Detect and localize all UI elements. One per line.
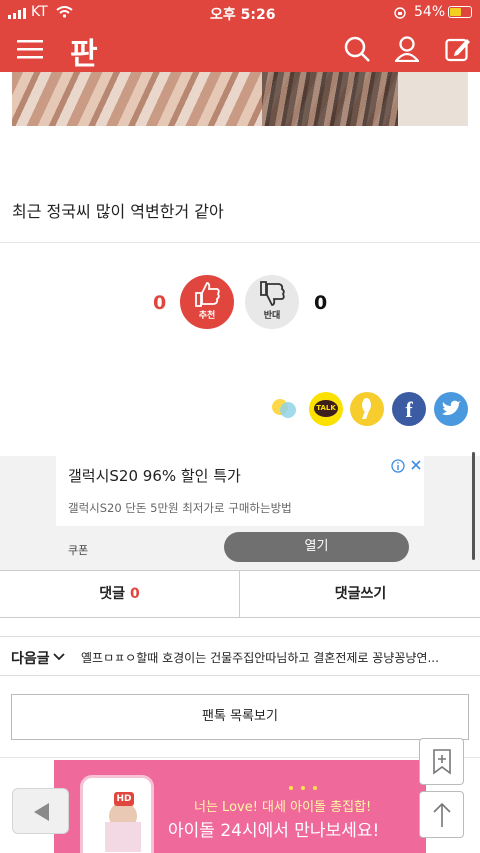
phone-graphic: [80, 775, 154, 853]
bottom-ad-line2: 아이돌 24시에서 만나보세요!: [168, 821, 380, 841]
bookmark-button[interactable]: [419, 738, 464, 785]
ad-info-icon[interactable]: [391, 459, 405, 473]
ad-close-icon[interactable]: [410, 459, 422, 471]
kakaostory-icon[interactable]: [268, 392, 302, 426]
downvote-count: 0: [314, 292, 328, 314]
post-body-text: 최근 정국씨 많이 역변한거 같아: [12, 202, 224, 221]
fantalk-list-button[interactable]: 팬톡 목록보기: [11, 694, 469, 740]
next-post-row[interactable]: 다음글 옐프ㅁㅍㅇ할때 호경이는 건물주집안따님하고 결혼전제로 꽁냥꽁냥연..…: [0, 636, 480, 676]
search-icon[interactable]: [344, 36, 370, 62]
arrow-up-icon: [433, 802, 451, 827]
upvote-count: 0: [153, 292, 167, 314]
divider: [0, 757, 480, 758]
next-post-label: 다음글: [11, 651, 50, 667]
battery-percent: 54%: [414, 4, 446, 20]
bottom-ad-banner[interactable]: HD 너는 Love! 대세 아이돌 총집합! 아이돌 24시에서 만나보세요!: [54, 760, 426, 853]
comment-tabs: 댓글 0 댓글쓰기: [0, 570, 480, 618]
facebook-icon[interactable]: f: [392, 392, 426, 426]
ad-description: 갤럭시S20 단돈 5만원 최저가로 구매하는방법: [68, 501, 292, 515]
signal-icon: [8, 8, 26, 19]
top-navbar: 판: [0, 26, 480, 72]
ad-brand: 쿠폰: [68, 544, 89, 557]
upvote-label: 추천: [198, 311, 216, 321]
twitter-icon[interactable]: [434, 392, 468, 426]
thumbs-down-icon: [260, 281, 285, 306]
edit-icon[interactable]: [445, 36, 471, 62]
carrier-label: KT: [31, 4, 48, 20]
scroll-top-button[interactable]: [419, 791, 464, 838]
kakaotalk-icon[interactable]: TALK: [309, 392, 343, 426]
hd-badge: HD: [114, 792, 134, 806]
user-icon[interactable]: [395, 36, 419, 62]
ad-banner[interactable]: 갤럭시S20 96% 할인 특가 갤럭시S20 단돈 5만원 최저가로 구매하는…: [0, 452, 480, 570]
back-button[interactable]: [12, 788, 69, 834]
dots-decoration: [289, 786, 329, 792]
comment-count: 0: [129, 586, 140, 602]
ad-open-button[interactable]: 열기: [224, 532, 409, 562]
bookmark-add-icon: [433, 749, 451, 775]
thumbs-up-icon: [195, 282, 220, 307]
next-post-title[interactable]: 옐프ㅁㅍㅇ할때 호경이는 건물주집안따님하고 결혼전제로 꽁냥꽁냥연...: [81, 649, 468, 666]
rotation-lock-icon: [394, 7, 406, 19]
kakaopage-icon[interactable]: [350, 392, 384, 426]
menu-icon[interactable]: [17, 39, 43, 59]
ad-footer: 쿠폰 열기: [56, 526, 424, 570]
divider: [0, 242, 480, 243]
ad-title: 갤럭시S20 96% 할인 특가: [68, 467, 241, 485]
post-image: [12, 72, 468, 126]
tab-write-label: 댓글쓰기: [334, 586, 387, 602]
downvote-button[interactable]: 반대: [245, 275, 299, 329]
battery-icon: [448, 6, 472, 18]
downvote-label: 반대: [263, 311, 281, 321]
clock: 오후 5:26: [210, 7, 276, 23]
scrollbar[interactable]: [472, 452, 475, 560]
app-logo[interactable]: 판: [70, 29, 98, 73]
bottom-ad-line1: 너는 Love! 대세 아이돌 총집합!: [194, 800, 372, 815]
tab-comments[interactable]: 댓글 0: [0, 571, 240, 617]
wifi-icon: [56, 6, 73, 18]
left-arrow-icon: [34, 803, 49, 821]
upvote-button[interactable]: 추천: [180, 275, 234, 329]
tab-comments-label: 댓글: [99, 586, 126, 602]
tab-write-comment[interactable]: 댓글쓰기: [241, 571, 480, 617]
chevron-down-icon: [53, 653, 65, 661]
ad-card[interactable]: 갤럭시S20 96% 할인 특가 갤럭시S20 단돈 5만원 최저가로 구매하는…: [56, 456, 424, 570]
status-bar: KT 오후 5:26 54%: [0, 0, 480, 26]
